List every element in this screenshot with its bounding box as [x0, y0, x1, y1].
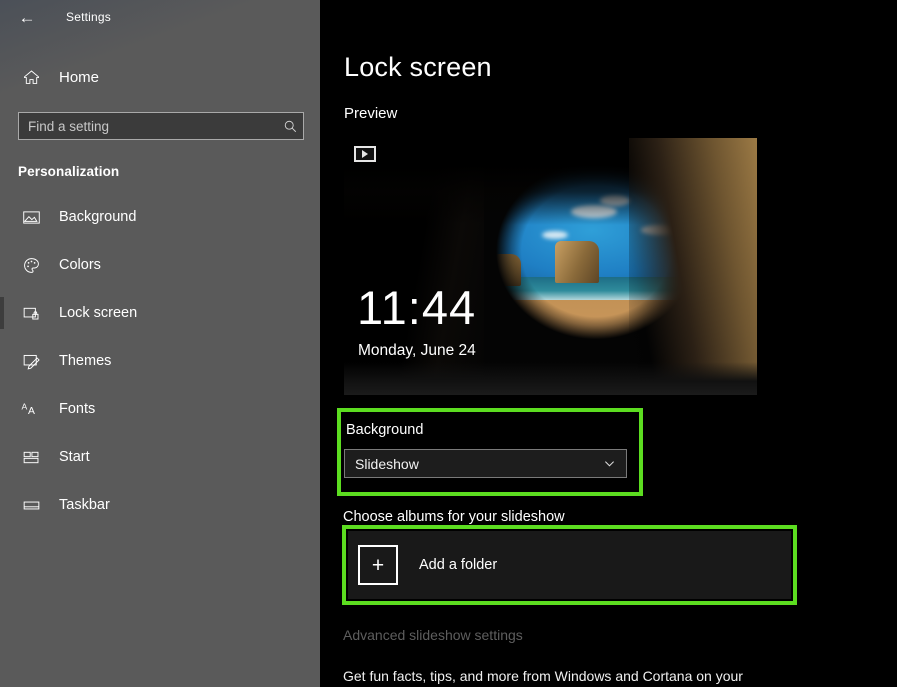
chevron-down-icon[interactable]	[592, 456, 626, 471]
sidebar-item-label: Start	[59, 449, 90, 465]
slideshow-play-icon	[354, 146, 376, 162]
svg-text:A: A	[28, 405, 35, 416]
advanced-slideshow-settings-link[interactable]: Advanced slideshow settings	[343, 627, 523, 643]
preview-date: Monday, June 24	[358, 342, 476, 360]
preview-heading: Preview	[344, 105, 897, 122]
choose-albums-label: Choose albums for your slideshow	[343, 509, 565, 525]
background-setting-group: Background Slideshow	[337, 408, 643, 496]
sidebar-item-label: Lock screen	[59, 305, 137, 321]
sidebar-nav-list: Background Colors Lock screen Themes	[0, 193, 320, 529]
lock-screen-icon	[18, 304, 44, 323]
background-dropdown[interactable]: Slideshow	[344, 449, 627, 478]
cortana-description: Get fun facts, tips, and more from Windo…	[343, 668, 743, 684]
picture-icon	[18, 208, 44, 227]
app-title: Settings	[66, 10, 111, 24]
sidebar-item-colors[interactable]: Colors	[0, 241, 320, 289]
add-folder-label: Add a folder	[419, 557, 497, 573]
svg-text:A: A	[21, 401, 27, 411]
sidebar-item-lock-screen[interactable]: Lock screen	[0, 289, 320, 337]
background-label: Background	[346, 422, 423, 438]
brush-icon	[18, 352, 44, 371]
sidebar-item-label: Background	[59, 209, 136, 225]
background-dropdown-value: Slideshow	[355, 456, 592, 472]
search-box[interactable]	[18, 112, 304, 140]
sidebar-item-taskbar[interactable]: Taskbar	[0, 481, 320, 529]
title-bar: ← Settings	[0, 0, 320, 34]
preview-clock: 11:44	[357, 284, 476, 331]
font-icon: AA	[18, 400, 44, 419]
page-title: Lock screen	[344, 52, 897, 83]
main-content: Lock screen Preview 11:44 Monday, June 2…	[320, 0, 897, 687]
home-icon	[18, 69, 44, 86]
add-folder-button[interactable]: + Add a folder	[348, 531, 791, 599]
start-tiles-icon	[18, 448, 44, 467]
sidebar-item-label: Colors	[59, 257, 101, 273]
preview-cave-right	[629, 138, 757, 395]
palette-icon	[18, 256, 44, 275]
sidebar-section-title: Personalization	[18, 164, 320, 179]
sidebar-item-label-home: Home	[59, 69, 99, 86]
search-icon[interactable]	[277, 119, 303, 134]
sidebar-item-background[interactable]: Background	[0, 193, 320, 241]
preview-cave-bottom	[344, 362, 757, 395]
sidebar-item-label: Themes	[59, 353, 111, 369]
search-input[interactable]	[19, 119, 277, 134]
lock-screen-preview[interactable]: 11:44 Monday, June 24	[344, 138, 757, 395]
sidebar-item-label: Fonts	[59, 401, 95, 417]
sidebar-item-themes[interactable]: Themes	[0, 337, 320, 385]
settings-window: ← Settings Home Personalization Backgrou…	[0, 0, 897, 687]
taskbar-icon	[18, 496, 44, 515]
albums-setting-group: + Add a folder	[342, 525, 797, 605]
sidebar-item-fonts[interactable]: AA Fonts	[0, 385, 320, 433]
sidebar-item-label: Taskbar	[59, 497, 110, 513]
sidebar-item-home[interactable]: Home	[0, 56, 320, 98]
sidebar-item-start[interactable]: Start	[0, 433, 320, 481]
plus-icon: +	[358, 545, 398, 585]
sidebar: ← Settings Home Personalization Backgrou…	[0, 0, 320, 687]
back-arrow-icon[interactable]: ←	[4, 2, 50, 32]
